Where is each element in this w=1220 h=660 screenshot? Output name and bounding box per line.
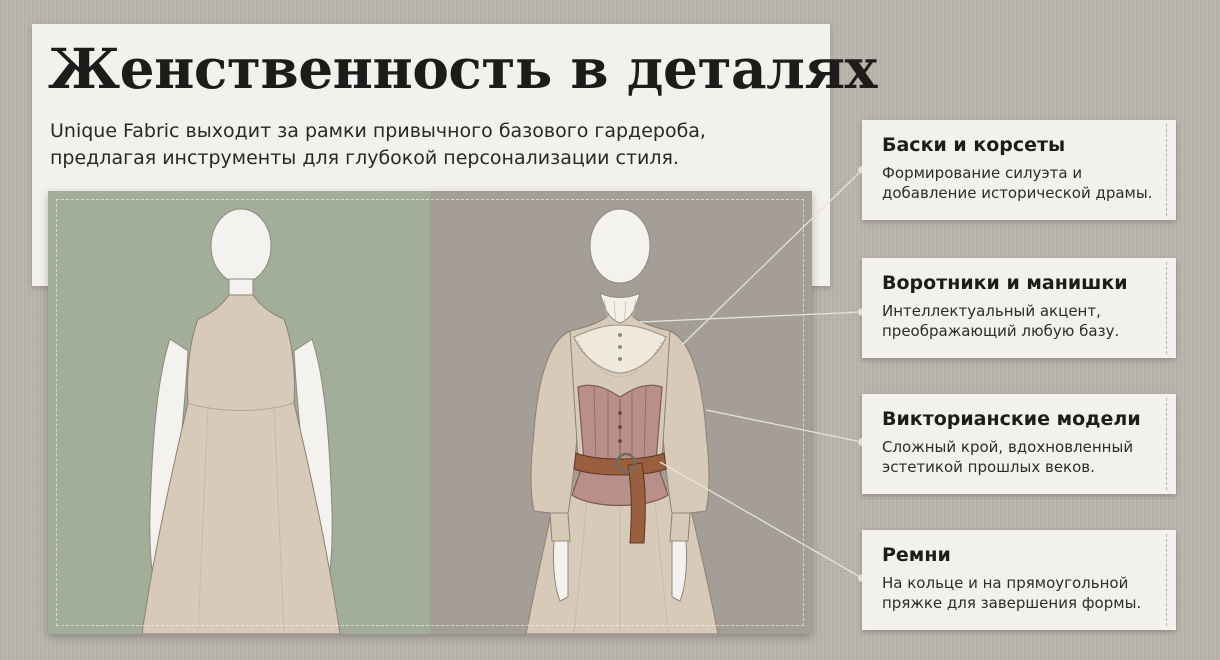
subtitle-line-1: Unique Fabric выходит за рамки привычног… [50,120,706,142]
tag-desc-line: На кольце и на прямоугольной [882,574,1129,592]
tag-title: Баски и корсеты [882,134,1066,156]
page-subtitle: Unique Fabric выходит за рамки привычног… [50,118,810,172]
page-title: Женственность в деталях [48,36,877,101]
tag-victorian-models: Викторианские модели Сложный крой, вдохн… [862,394,1176,494]
subtitle-line-2: предлагая инструменты для глубокой персо… [50,147,679,169]
tag-description: Интеллектуальный акцент, преображающий л… [882,301,1176,341]
tag-desc-line: пряжке для завершения формы. [882,594,1142,612]
tag-desc-line: добавление исторической драмы. [882,184,1153,202]
tag-belts: Ремни На кольце и на прямоугольной пряжк… [862,530,1176,630]
tag-collars-shirtfronts: Воротники и манишки Интеллектуальный акц… [862,258,1176,358]
fashion-illustration [48,191,812,634]
tag-description: Сложный крой, вдохновленный эстетикой пр… [882,437,1176,477]
tag-desc-line: Интеллектуальный акцент, [882,302,1101,320]
tag-title: Викторианские модели [882,408,1141,430]
mannequin-head-left [210,208,272,284]
illustration-board [48,191,812,634]
mannequin-head-right [589,208,651,284]
tag-desc-line: Формирование силуэта и [882,164,1083,182]
tag-basques-corsets: Баски и корсеты Формирование силуэта и д… [862,120,1176,220]
tag-desc-line: Сложный крой, вдохновленный [882,438,1134,456]
tag-description: На кольце и на прямоугольной пряжке для … [882,573,1176,613]
tag-title: Ремни [882,544,951,566]
tag-desc-line: преображающий любую базу. [882,322,1120,340]
tag-desc-line: эстетикой прошлых веков. [882,458,1095,476]
tag-description: Формирование силуэта и добавление истори… [882,163,1176,203]
tag-title: Воротники и манишки [882,272,1128,294]
